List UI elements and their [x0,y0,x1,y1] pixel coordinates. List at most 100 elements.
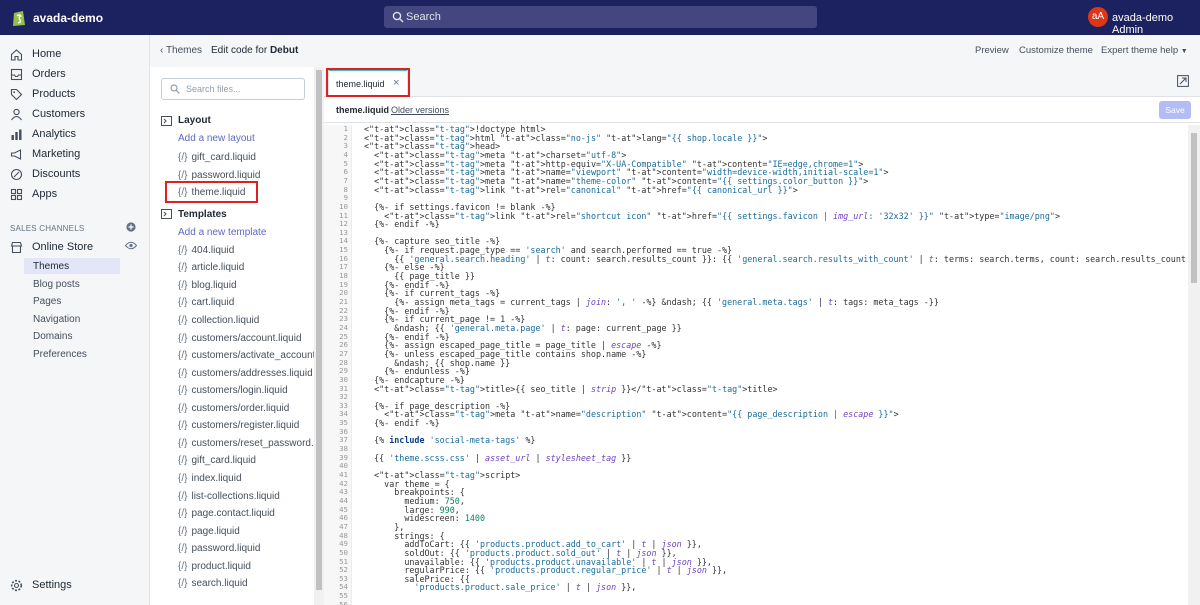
file-item[interactable]: {/} theme.liquid [178,187,245,198]
liquid-file-icon: {/} [178,244,188,256]
code-area[interactable]: 1 2 3 4 5 6 7 8 9 10 11 12 13 14 15 16 17 18 19 20 21 22 23 24 2… [324,125,1188,605]
nav-apps-label: Apps [32,188,58,200]
file-item[interactable]: {/} password.liquid [178,543,260,554]
older-versions-link[interactable]: Older versions [391,105,449,115]
code-line[interactable]: <"t-at">class="t-tag">link "t-at">rel="c… [364,185,798,195]
nav-orders-label: Orders [32,68,66,80]
code-line[interactable]: <"t-at">class="t-tag">link "t-at">rel="s… [364,211,1060,221]
file-item[interactable]: {/} blog.liquid [178,280,237,291]
shopify-logo-icon[interactable] [11,8,27,27]
nav-domains[interactable]: Domains [24,328,120,344]
nav-online-store[interactable]: Online Store [10,237,93,257]
file-item[interactable]: {/} 404.liquid [178,245,234,256]
file-search-input[interactable]: Search files... [161,78,305,100]
edit-prefix: Edit code for [211,45,268,56]
file-item[interactable]: {/} password.liquid [178,170,260,181]
file-name: blog.liquid [191,279,237,291]
file-item[interactable]: {/} search.liquid [178,578,248,589]
file-item[interactable]: {/} page.liquid [178,526,240,537]
nav-themes[interactable]: Themes [24,258,120,274]
file-item[interactable]: {/} collection.liquid [178,315,259,326]
code-line[interactable]: {{ 'general.search.heading' | t: count: … [364,254,1188,264]
templates-folder[interactable]: Templates [161,209,227,220]
liquid-file-icon: {/} [178,543,188,555]
file-item[interactable]: {/} customers/reset_password.liqu [178,437,323,449]
file-list-scrollbar[interactable] [314,67,324,605]
code-line[interactable]: {%- assign meta_tags = current_tags | jo… [364,298,939,307]
avatar[interactable]: aA [1088,7,1108,27]
search-placeholder: Search [406,11,441,23]
fullscreen-icon[interactable] [1177,75,1189,87]
file-name: theme.liquid [191,187,246,199]
top-bar: avada-demo Search aA avada-demo Admin [0,0,1200,36]
store-name[interactable]: avada-demo [33,11,103,25]
scrollbar-thumb[interactable] [316,70,322,590]
search-input[interactable]: Search [384,6,817,28]
liquid-file-icon: {/} [178,187,188,199]
side-nav: Home Orders Products Customers Analytics… [0,35,150,605]
nav-navigation[interactable]: Navigation [24,311,120,327]
file-name: article.liquid [191,262,245,274]
add-layout-link[interactable]: Add a new layout [178,133,255,144]
expert-help-link[interactable]: Expert theme help ▼ [1101,45,1188,56]
file-item[interactable]: {/} list-collections.liquid [178,491,280,502]
nav-preferences[interactable]: Preferences [24,346,120,362]
layout-folder[interactable]: Layout [161,115,211,126]
nav-discounts[interactable]: Discounts [10,164,80,184]
file-item[interactable]: {/} page.contact.liquid [178,508,275,519]
file-item[interactable]: {/} customers/account.liquid [178,333,302,344]
back-to-themes-link[interactable]: ‹ Themes [160,45,202,56]
gear-icon [10,579,23,591]
code-line[interactable]: <"t-at">class="t-tag">title>{{ seo_title… [364,384,777,394]
nav-home[interactable]: Home [10,44,61,64]
file-item[interactable]: {/} product.liquid [178,561,251,572]
admin-name[interactable]: avada-demo Admin [1112,12,1200,36]
nav-products[interactable]: Products [10,84,75,104]
liquid-file-icon: {/} [178,262,188,274]
nav-pages[interactable]: Pages [24,293,120,309]
add-template-link[interactable]: Add a new template [178,227,266,238]
nav-analytics[interactable]: Analytics [10,124,76,144]
file-item[interactable]: {/} cart.liquid [178,297,234,308]
code-line[interactable]: {% include 'social-meta-tags' %} [364,436,535,445]
current-file-name: theme.liquid [336,105,390,115]
code-line[interactable]: {%- endif -%} [364,419,440,428]
file-item[interactable]: {/} gift_card.liquid [178,152,256,163]
nav-marketing[interactable]: Marketing [10,144,80,164]
liquid-file-icon: {/} [178,437,188,449]
file-item[interactable]: {/} index.liquid [178,473,242,484]
code-line[interactable]: {%- endif -%} [364,220,440,229]
liquid-file-icon: {/} [178,297,188,309]
preview-link[interactable]: Preview [975,45,1009,56]
file-item[interactable]: {/} gift_card.liquid [178,455,256,466]
search-icon [170,84,180,94]
file-name: gift_card.liquid [191,455,256,467]
code-line[interactable]: {{ 'theme.scss.css' | asset_url | styles… [364,453,631,463]
nav-apps[interactable]: Apps [10,184,57,204]
scrollbar-thumb[interactable] [1191,133,1197,283]
code-line[interactable]: 'products.product.sale_price' | t | json… [364,583,636,592]
code-scrollbar[interactable] [1188,125,1200,605]
nav-customers[interactable]: Customers [10,104,85,124]
liquid-file-icon: {/} [178,385,188,397]
file-item[interactable]: {/} article.liquid [178,262,244,273]
file-item[interactable]: {/} customers/register.liquid [178,420,299,431]
nav-settings[interactable]: Settings [10,575,72,595]
file-browser: Search files... Layout Add a new layout … [150,67,324,605]
file-item[interactable]: {/} customers/login.liquid [178,385,288,396]
save-button[interactable]: Save [1159,101,1191,119]
nav-blog-posts[interactable]: Blog posts [24,276,120,292]
file-item[interactable]: {/} customers/order.liquid [178,403,289,414]
file-name: search.liquid [191,578,248,590]
file-name: password.liquid [191,169,261,181]
code-line[interactable]: <"t-at">class="t-tag">meta "t-at">name="… [364,410,898,419]
nav-orders[interactable]: Orders [10,64,66,84]
file-item[interactable]: {/} customers/addresses.liquid [178,368,313,379]
file-name: customers/addresses.liquid [191,367,313,379]
view-store-icon[interactable] [125,241,137,250]
customize-theme-link[interactable]: Customize theme [1019,45,1093,56]
nav-analytics-label: Analytics [32,128,77,140]
file-item[interactable]: {/} customers/activate_account.lic [178,350,323,361]
add-channel-icon[interactable] [126,222,136,232]
liquid-file-icon: {/} [178,169,188,181]
